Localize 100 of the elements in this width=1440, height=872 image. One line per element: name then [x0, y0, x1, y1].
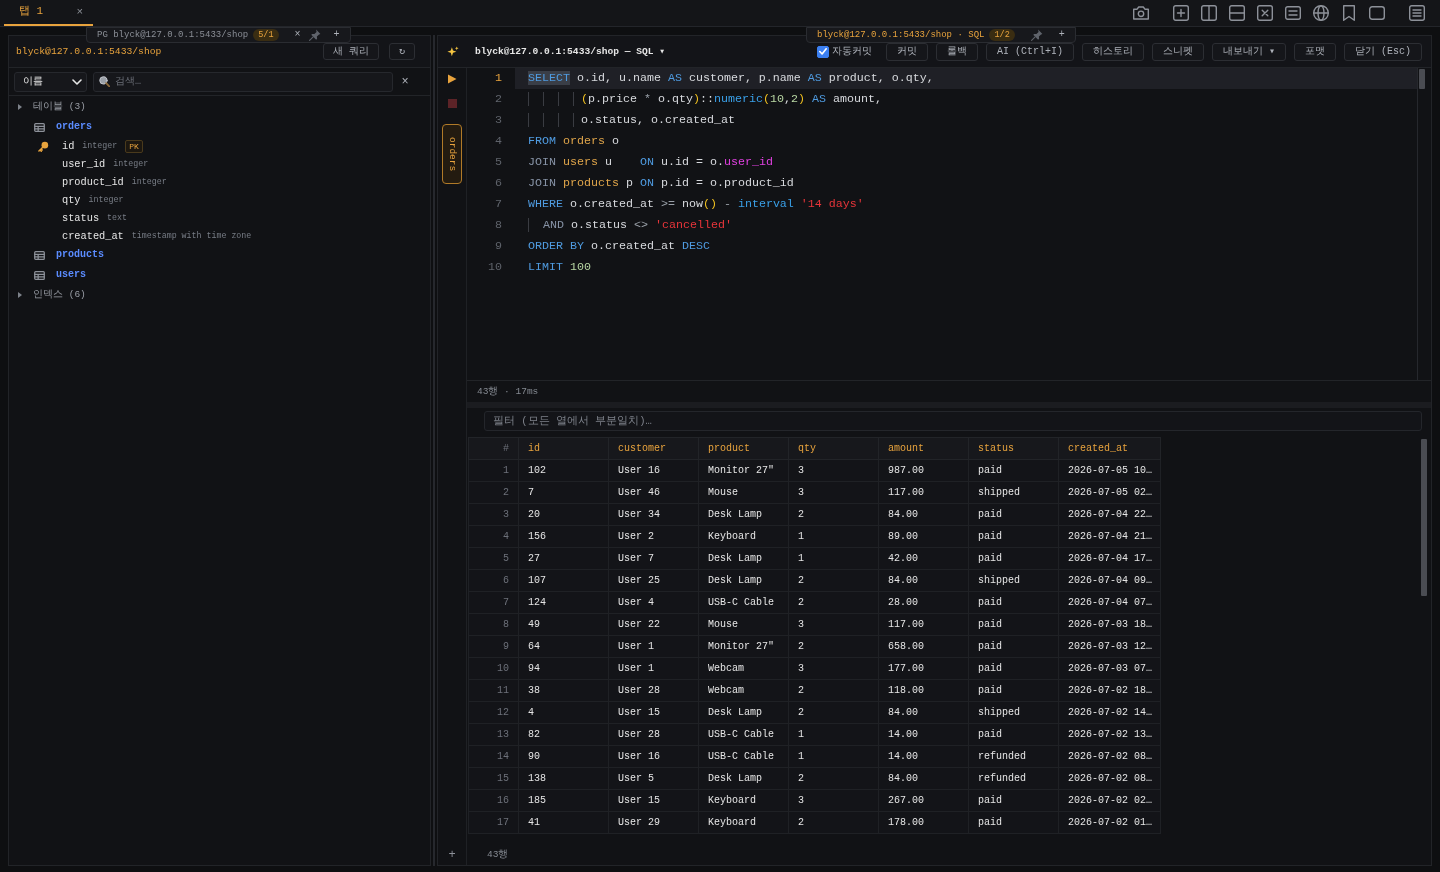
window-icon[interactable] — [1369, 5, 1385, 21]
table-name[interactable]: users — [56, 269, 86, 281]
column-header[interactable]: id — [518, 437, 609, 460]
column-header[interactable]: status — [968, 437, 1059, 460]
filter-field[interactable]: 필터 (모든 열에서 부분일치)… — [484, 411, 1422, 431]
code-line: WHERE o.created_at >= now() - interval '14 days' — [527, 196, 865, 213]
line-number: 9 — [494, 238, 503, 255]
code-line: JOIN products p ON p.id = o.product_id — [527, 175, 795, 192]
column-name[interactable]: created_at — [62, 229, 124, 243]
table-icon — [34, 270, 45, 280]
connection-dropdown[interactable]: blyck@127.0.0.1:5433/shop — SQL ▾ — [475, 45, 665, 58]
tab[interactable]: 탭 1 × — [4, 0, 93, 26]
row-number: 7 — [468, 591, 519, 614]
caret-icon[interactable] — [18, 104, 22, 110]
checkbox-label[interactable]: 자동커밋 — [831, 45, 872, 58]
sparkle-icon[interactable] — [447, 45, 459, 58]
code-line: (p.price * o.qty)::numeric(10,2) AS amount, — [515, 89, 1417, 110]
column-header[interactable]: amount — [878, 437, 969, 460]
line-number: 10 — [487, 259, 503, 276]
column-name[interactable]: user_id — [62, 157, 106, 171]
row-number: 6 — [468, 569, 519, 592]
count-badge: 1/2 — [989, 29, 1015, 41]
line-number: 3 — [494, 112, 503, 129]
row-number: 1 — [468, 459, 519, 482]
row-number: 12 — [468, 701, 519, 724]
line-number: 7 — [494, 196, 503, 213]
add-button[interactable]: + — [333, 30, 340, 40]
table-name[interactable]: products — [56, 249, 104, 261]
close-button[interactable]: × — [294, 30, 301, 40]
count-badge: 5/1 — [253, 29, 279, 41]
checkbox[interactable] — [816, 45, 829, 58]
search-field[interactable]: 검색… — [93, 71, 393, 92]
scrollbar-thumb[interactable] — [1421, 439, 1427, 596]
pin-icon[interactable] — [308, 29, 321, 41]
toolbar-button[interactable]: 스니펫 — [1151, 42, 1204, 61]
pk-badge: PK — [125, 139, 143, 153]
list-icon[interactable] — [1409, 5, 1425, 21]
globe-icon[interactable] — [1313, 5, 1329, 21]
row-number: 9 — [468, 635, 519, 658]
close-square-icon[interactable] — [1257, 5, 1273, 21]
column-header[interactable]: qty — [788, 437, 879, 460]
panel-icon[interactable] — [1285, 5, 1301, 21]
add-button[interactable]: + — [1058, 30, 1065, 40]
row-count: 43행 — [487, 849, 509, 861]
close-button[interactable]: × — [76, 6, 83, 18]
split-columns-icon[interactable] — [1201, 5, 1217, 21]
chevron-down-icon — [72, 78, 82, 85]
row-number: 2 — [468, 481, 519, 504]
table-name[interactable]: orders — [56, 121, 92, 133]
toolbar-button[interactable]: 히스토리 — [1081, 42, 1144, 61]
run-icon[interactable] — [447, 74, 457, 84]
column-name[interactable]: product_id — [62, 175, 124, 189]
column-type: text — [107, 213, 127, 223]
column-header[interactable]: product — [698, 437, 789, 460]
row-number: 3 — [468, 503, 519, 526]
camera-icon[interactable] — [1133, 5, 1149, 21]
column-type: integer — [88, 195, 124, 205]
toolbar-button[interactable]: 포맷 — [1294, 42, 1336, 61]
line-number: 5 — [494, 154, 503, 171]
column-header[interactable]: # — [468, 437, 519, 460]
column-name[interactable]: qty — [62, 193, 81, 207]
row-number: 11 — [468, 679, 519, 702]
code-line: LIMIT 100 — [527, 259, 592, 276]
column-type: integer — [131, 177, 167, 187]
code-line: JOIN users u ON u.id = o.user_id — [527, 154, 774, 171]
floating-tab[interactable]: PG blyck@127.0.0.1:5433/shop 5/1 × + — [86, 27, 351, 43]
column-header[interactable]: created_at — [1058, 437, 1161, 460]
side-tab[interactable]: orders — [442, 124, 462, 184]
sort-select[interactable]: 이름 — [14, 71, 87, 92]
tree-group-label[interactable]: 인덱스 (6) — [33, 289, 86, 301]
check-icon — [818, 48, 827, 55]
toolbar-button[interactable]: 닫기 (Esc) — [1344, 42, 1422, 61]
new-query-button[interactable]: 새 쿼리 — [322, 43, 379, 60]
row-number: 8 — [468, 613, 519, 636]
row-number: 16 — [468, 789, 519, 812]
line-number: 8 — [494, 217, 503, 234]
code-line: AND o.status <> 'cancelled' — [515, 215, 1417, 236]
column-name[interactable]: id — [62, 139, 75, 153]
column-type: integer — [113, 159, 149, 169]
table-icon — [34, 250, 45, 260]
refresh-button[interactable]: ↻ — [388, 43, 415, 60]
clear-button[interactable]: × — [399, 75, 411, 88]
bookmark-icon[interactable] — [1341, 5, 1357, 21]
caret-icon[interactable] — [18, 292, 22, 298]
pin-icon[interactable] — [1030, 29, 1043, 41]
row-number: 10 — [468, 657, 519, 680]
connection-name: blyck@127.0.0.1:5433/shop — [16, 45, 162, 58]
scrollbar-thumb[interactable] — [1419, 69, 1425, 89]
add-button[interactable]: + — [448, 848, 456, 862]
column-type: timestamp with time zone — [131, 231, 252, 241]
code-line: o.status, o.created_at — [515, 110, 1417, 131]
toolbar-button[interactable]: 내보내기 ▾ — [1211, 42, 1286, 61]
column-type: integer — [82, 141, 118, 151]
tree-group-label[interactable]: 테이블 (3) — [33, 101, 86, 113]
plus-square-icon[interactable] — [1173, 5, 1189, 21]
column-name[interactable]: status — [62, 211, 100, 225]
search-icon — [99, 75, 110, 87]
floating-tab[interactable]: blyck@127.0.0.1:5433/shop · SQL 1/2 + — [806, 27, 1076, 43]
column-header[interactable]: customer — [608, 437, 699, 460]
split-rows-icon[interactable] — [1229, 5, 1245, 21]
